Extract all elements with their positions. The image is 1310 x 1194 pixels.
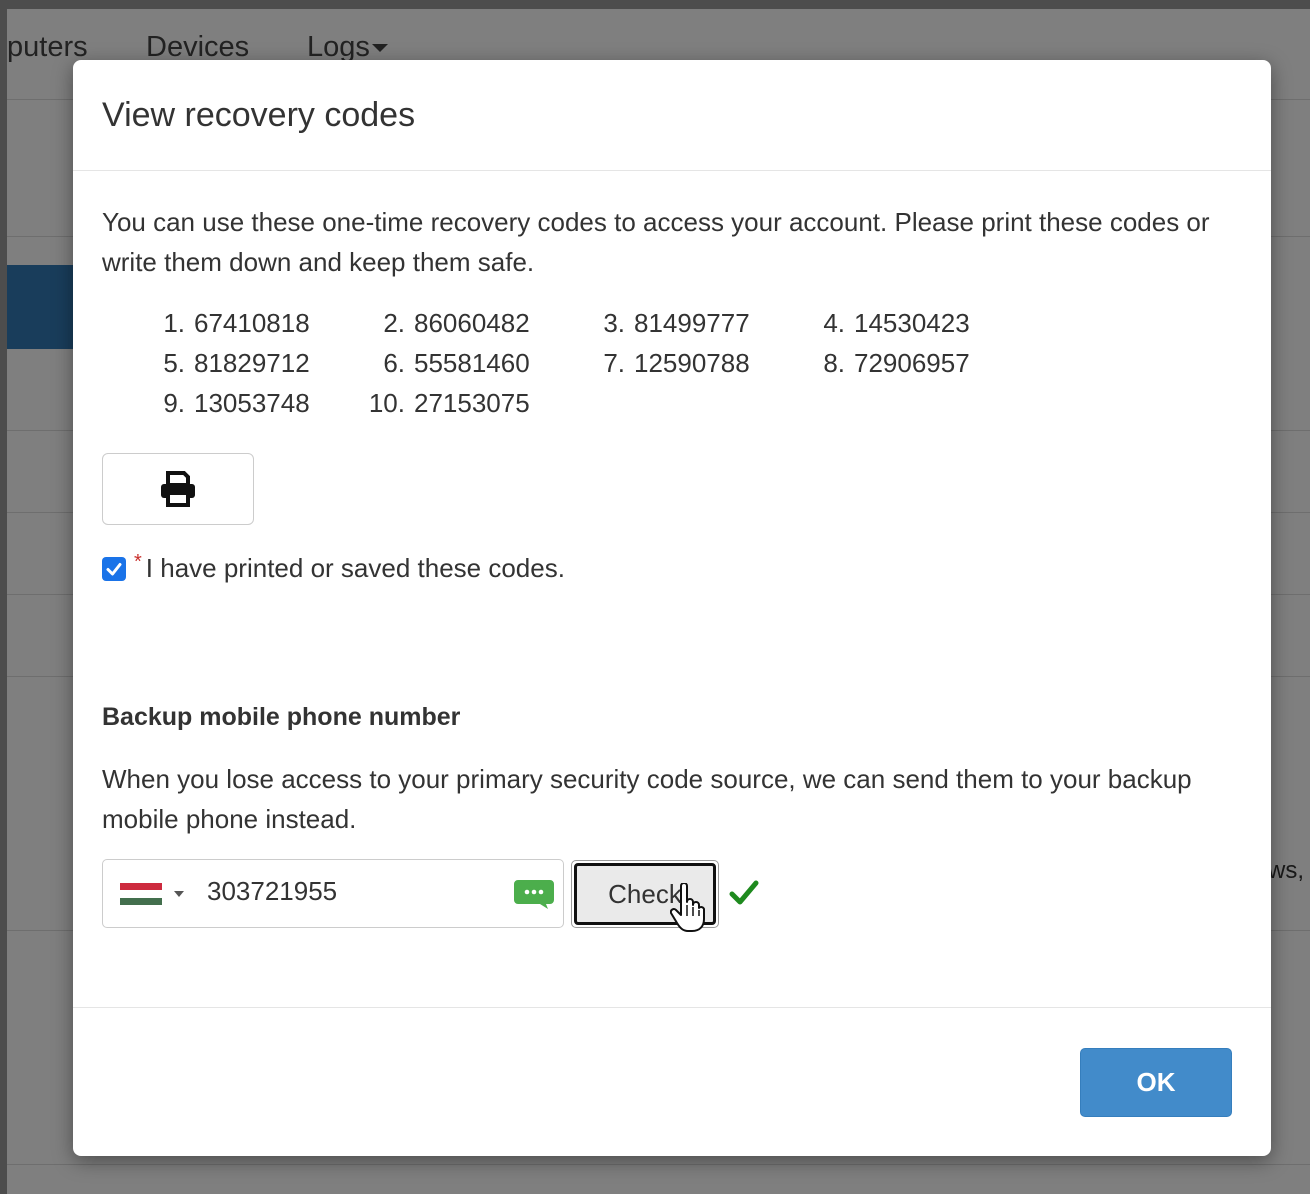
recovery-code-value: 86060482 <box>414 308 530 338</box>
recovery-code-number: 8. <box>823 348 845 378</box>
country-dropdown-caret-icon[interactable] <box>174 891 184 897</box>
recovery-code-item: 1. 67410818 <box>129 303 310 343</box>
recovery-code-value: 13053748 <box>194 388 310 418</box>
hungary-flag-icon[interactable] <box>120 883 162 905</box>
recovery-code-item: 2. 86060482 <box>349 303 530 343</box>
ok-button[interactable]: OK <box>1080 1048 1232 1117</box>
modal-title: View recovery codes <box>102 96 416 134</box>
confirm-label[interactable]: I have printed or saved these codes. <box>146 553 565 584</box>
hand-cursor-icon <box>670 883 705 932</box>
backup-phone-description: When you lose access to your primary sec… <box>102 764 1192 834</box>
recovery-code-number: 7. <box>603 348 625 378</box>
recovery-code-number: 10. <box>368 388 405 418</box>
required-marker: * <box>134 551 142 573</box>
recovery-code-number: 1. <box>163 308 185 338</box>
checkbox-check-icon <box>106 562 122 575</box>
modal-header: View recovery codes <box>73 60 1271 171</box>
recovery-code-value: 72906957 <box>854 348 970 378</box>
recovery-code-value: 55581460 <box>414 348 530 378</box>
recovery-code-item: 6. 55581460 <box>349 343 530 383</box>
intro-text: You can use these one-time recovery code… <box>102 207 1210 277</box>
recovery-code-number: 6. <box>383 348 405 378</box>
modal-footer <box>73 1007 1271 1008</box>
recovery-code-item: 8. 72906957 <box>789 343 970 383</box>
recovery-code-value: 12590788 <box>634 348 750 378</box>
recovery-code-value: 27153075 <box>414 388 530 418</box>
confirm-row: * I have printed or saved these codes. <box>102 551 565 584</box>
recovery-code-value: 67410818 <box>194 308 310 338</box>
confirm-checkbox[interactable] <box>102 556 126 581</box>
recovery-code-item: 7. 12590788 <box>569 343 750 383</box>
recovery-code-item: 10. 27153075 <box>349 383 530 423</box>
recovery-code-number: 5. <box>163 348 185 378</box>
recovery-code-value: 14530423 <box>854 308 970 338</box>
recovery-code-item: 9. 13053748 <box>129 383 310 423</box>
recovery-code-value: 81499777 <box>634 308 750 338</box>
checkmark-icon <box>729 880 759 905</box>
recovery-code-value: 81829712 <box>194 348 310 378</box>
recovery-code-item: 3. 81499777 <box>569 303 750 343</box>
recovery-code-number: 2. <box>383 308 405 338</box>
print-button[interactable] <box>102 453 254 525</box>
recovery-code-number: 4. <box>823 308 845 338</box>
phone-input[interactable]: 303721955 <box>102 859 564 928</box>
recovery-code-item: 4. 14530423 <box>789 303 970 343</box>
print-icon <box>161 471 195 507</box>
recovery-code-number: 9. <box>163 388 185 418</box>
sms-icon <box>514 880 554 909</box>
recovery-code-item: 5. 81829712 <box>129 343 310 383</box>
phone-value[interactable]: 303721955 <box>207 876 337 907</box>
recovery-codes-modal: View recovery codes You can use these on… <box>73 60 1271 1156</box>
recovery-code-number: 3. <box>603 308 625 338</box>
backup-phone-heading: Backup mobile phone number <box>102 703 461 731</box>
